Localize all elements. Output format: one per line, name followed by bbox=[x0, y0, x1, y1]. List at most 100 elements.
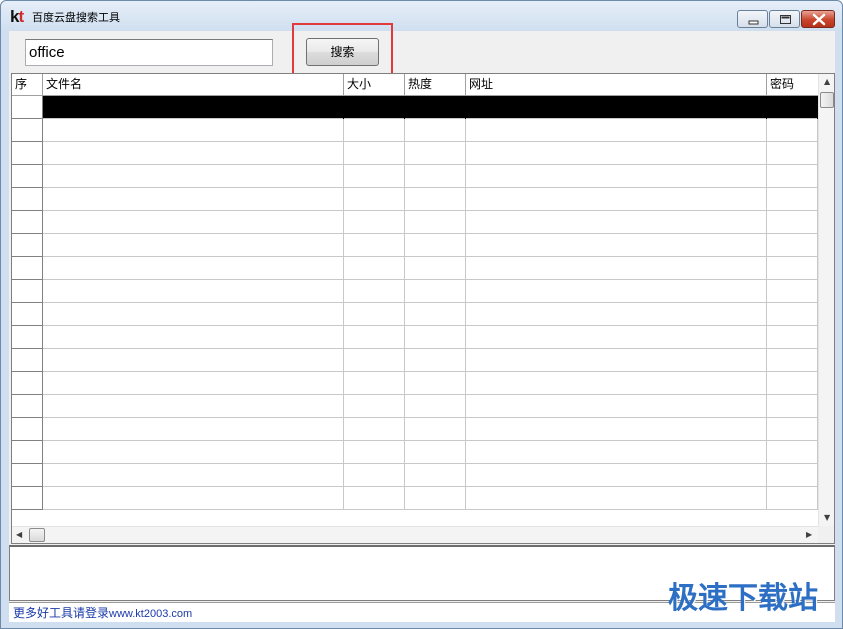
table-cell-index[interactable] bbox=[12, 349, 43, 372]
table-cell-index[interactable] bbox=[12, 326, 43, 349]
table-row[interactable] bbox=[12, 96, 818, 119]
table-cell-size[interactable] bbox=[344, 349, 405, 372]
table-row[interactable] bbox=[12, 280, 818, 303]
table-cell-filename[interactable] bbox=[43, 96, 344, 119]
table-cell-index[interactable] bbox=[12, 165, 43, 188]
table-cell-url[interactable] bbox=[466, 349, 767, 372]
table-cell-index[interactable] bbox=[12, 257, 43, 280]
table-row[interactable] bbox=[12, 165, 818, 188]
table-row[interactable] bbox=[12, 257, 818, 280]
table-cell-password[interactable] bbox=[767, 303, 818, 326]
table-cell-password[interactable] bbox=[767, 326, 818, 349]
table-cell-password[interactable] bbox=[767, 257, 818, 280]
table-cell-url[interactable] bbox=[466, 234, 767, 257]
table-cell-url[interactable] bbox=[466, 211, 767, 234]
scroll-up-icon[interactable]: ▲ bbox=[824, 78, 830, 86]
table-row[interactable] bbox=[12, 211, 818, 234]
table-row[interactable] bbox=[12, 487, 818, 510]
scroll-left-icon[interactable]: ◀ bbox=[16, 531, 22, 539]
table-cell-index[interactable] bbox=[12, 395, 43, 418]
table-cell-password[interactable] bbox=[767, 418, 818, 441]
website-link[interactable]: 更多好工具请登录www.kt2003.com bbox=[13, 605, 192, 622]
table-cell-heat[interactable] bbox=[405, 395, 466, 418]
table-cell-filename[interactable] bbox=[43, 349, 344, 372]
search-button[interactable]: 搜索 bbox=[306, 38, 379, 66]
table-cell-filename[interactable] bbox=[43, 395, 344, 418]
table-cell-heat[interactable] bbox=[405, 418, 466, 441]
table-cell-filename[interactable] bbox=[43, 257, 344, 280]
table-cell-filename[interactable] bbox=[43, 142, 344, 165]
table-cell-url[interactable] bbox=[466, 464, 767, 487]
table-cell-password[interactable] bbox=[767, 142, 818, 165]
vertical-scrollbar[interactable]: ▲ ▼ bbox=[818, 74, 834, 526]
table-row[interactable] bbox=[12, 119, 818, 142]
table-cell-size[interactable] bbox=[344, 464, 405, 487]
table-cell-filename[interactable] bbox=[43, 280, 344, 303]
table-cell-size[interactable] bbox=[344, 188, 405, 211]
table-cell-index[interactable] bbox=[12, 142, 43, 165]
table-cell-index[interactable] bbox=[12, 211, 43, 234]
table-cell-password[interactable] bbox=[767, 119, 818, 142]
table-cell-password[interactable] bbox=[767, 487, 818, 510]
horizontal-scroll-thumb[interactable] bbox=[29, 528, 45, 542]
table-cell-url[interactable] bbox=[466, 326, 767, 349]
table-cell-heat[interactable] bbox=[405, 441, 466, 464]
table-row[interactable] bbox=[12, 395, 818, 418]
table-cell-url[interactable] bbox=[466, 280, 767, 303]
table-cell-password[interactable] bbox=[767, 211, 818, 234]
table-cell-heat[interactable] bbox=[405, 303, 466, 326]
table-cell-size[interactable] bbox=[344, 487, 405, 510]
table-cell-size[interactable] bbox=[344, 326, 405, 349]
table-cell-password[interactable] bbox=[767, 349, 818, 372]
table-cell-url[interactable] bbox=[466, 303, 767, 326]
close-button[interactable] bbox=[801, 10, 835, 28]
table-cell-url[interactable] bbox=[466, 372, 767, 395]
table-cell-heat[interactable] bbox=[405, 464, 466, 487]
table-cell-filename[interactable] bbox=[43, 303, 344, 326]
table-cell-password[interactable] bbox=[767, 395, 818, 418]
title-bar[interactable]: kt 百度云盘搜索工具 bbox=[1, 1, 842, 31]
table-cell-filename[interactable] bbox=[43, 326, 344, 349]
table-cell-password[interactable] bbox=[767, 372, 818, 395]
table-cell-filename[interactable] bbox=[43, 372, 344, 395]
table-cell-heat[interactable] bbox=[405, 349, 466, 372]
table-cell-size[interactable] bbox=[344, 280, 405, 303]
table-cell-size[interactable] bbox=[344, 418, 405, 441]
vertical-scroll-thumb[interactable] bbox=[820, 92, 834, 108]
table-cell-index[interactable] bbox=[12, 372, 43, 395]
table-cell-index[interactable] bbox=[12, 303, 43, 326]
column-header-size[interactable]: 大小 bbox=[344, 74, 405, 96]
table-cell-url[interactable] bbox=[466, 96, 767, 119]
horizontal-scrollbar[interactable]: ◀ ▶ bbox=[12, 526, 818, 543]
table-row[interactable] bbox=[12, 142, 818, 165]
minimize-button[interactable] bbox=[737, 10, 768, 28]
table-cell-heat[interactable] bbox=[405, 257, 466, 280]
table-cell-password[interactable] bbox=[767, 96, 818, 119]
table-cell-index[interactable] bbox=[12, 441, 43, 464]
table-cell-password[interactable] bbox=[767, 441, 818, 464]
table-cell-heat[interactable] bbox=[405, 234, 466, 257]
table-cell-filename[interactable] bbox=[43, 188, 344, 211]
table-cell-size[interactable] bbox=[344, 372, 405, 395]
table-cell-filename[interactable] bbox=[43, 211, 344, 234]
column-header-index[interactable]: 序 bbox=[12, 74, 43, 96]
table-cell-password[interactable] bbox=[767, 188, 818, 211]
table-cell-size[interactable] bbox=[344, 395, 405, 418]
table-row[interactable] bbox=[12, 349, 818, 372]
column-header-heat[interactable]: 热度 bbox=[405, 74, 466, 96]
table-row[interactable] bbox=[12, 303, 818, 326]
table-cell-url[interactable] bbox=[466, 441, 767, 464]
table-cell-size[interactable] bbox=[344, 142, 405, 165]
table-row[interactable] bbox=[12, 464, 818, 487]
table-cell-index[interactable] bbox=[12, 188, 43, 211]
table-cell-filename[interactable] bbox=[43, 441, 344, 464]
table-cell-index[interactable] bbox=[12, 234, 43, 257]
table-cell-url[interactable] bbox=[466, 487, 767, 510]
table-cell-index[interactable] bbox=[12, 96, 43, 119]
table-row[interactable] bbox=[12, 418, 818, 441]
scroll-right-icon[interactable]: ▶ bbox=[806, 531, 812, 539]
table-cell-url[interactable] bbox=[466, 188, 767, 211]
table-cell-size[interactable] bbox=[344, 211, 405, 234]
table-cell-index[interactable] bbox=[12, 280, 43, 303]
table-cell-index[interactable] bbox=[12, 464, 43, 487]
